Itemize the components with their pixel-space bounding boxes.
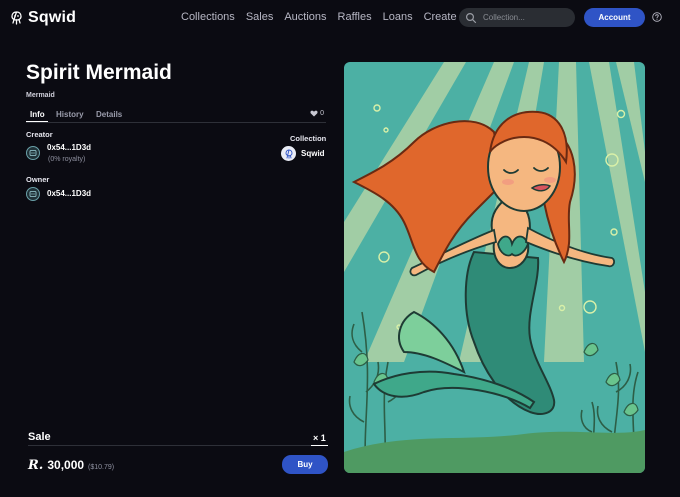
owner-label: Owner bbox=[26, 175, 50, 184]
collection-label: Collection bbox=[290, 134, 327, 143]
collection-avatar-icon[interactable] bbox=[281, 146, 296, 161]
mermaid-illustration bbox=[344, 62, 645, 473]
owner-address[interactable]: 0x54...1D3d bbox=[47, 189, 91, 198]
nav-link-loans[interactable]: Loans bbox=[383, 11, 413, 23]
tab-details[interactable]: Details bbox=[96, 110, 122, 119]
creator-avatar-icon[interactable] bbox=[26, 146, 40, 160]
wallet-icon bbox=[29, 150, 37, 156]
squid-icon bbox=[285, 149, 292, 159]
top-navbar: Sqwid Collections Sales Auctions Raffles… bbox=[0, 0, 680, 36]
item-tabs: Info History Details 0 bbox=[26, 109, 326, 123]
quantity-underline bbox=[311, 445, 328, 446]
sale-title: Sale bbox=[28, 431, 51, 443]
brand-logo[interactable]: Sqwid bbox=[10, 9, 76, 27]
creator-address[interactable]: 0x54...1D3d bbox=[47, 143, 91, 152]
buy-button[interactable]: Buy bbox=[282, 455, 328, 474]
reef-currency-icon: R. bbox=[28, 458, 44, 473]
collection-link[interactable]: Mermaid bbox=[26, 92, 55, 99]
search-box[interactable] bbox=[459, 8, 575, 27]
like-button[interactable]: 0 bbox=[310, 110, 324, 117]
tab-history[interactable]: History bbox=[56, 110, 84, 119]
nav-link-auctions[interactable]: Auctions bbox=[284, 11, 326, 23]
nav-link-collections[interactable]: Collections bbox=[181, 11, 235, 23]
active-tab-indicator bbox=[26, 121, 48, 122]
account-button[interactable]: Account bbox=[584, 8, 645, 27]
creator-royalty: (0% royalty) bbox=[48, 156, 86, 163]
tab-info[interactable]: Info bbox=[30, 110, 45, 119]
sale-divider bbox=[28, 445, 328, 446]
like-count: 0 bbox=[320, 110, 324, 117]
sale-quantity: × 1 bbox=[313, 433, 326, 443]
search-icon bbox=[465, 12, 477, 23]
squid-logo-icon bbox=[11, 11, 22, 25]
nav-link-raffles[interactable]: Raffles bbox=[338, 11, 372, 23]
nav-link-sales[interactable]: Sales bbox=[246, 11, 274, 23]
creator-label: Creator bbox=[26, 130, 53, 139]
nav-links: Collections Sales Auctions Raffles Loans… bbox=[181, 11, 468, 23]
sale-price: 30,000 bbox=[47, 458, 85, 472]
price-row: R. 30,000 ($10.79) bbox=[28, 458, 114, 473]
brand-name: Sqwid bbox=[28, 9, 77, 26]
search-input[interactable] bbox=[481, 12, 565, 23]
heart-icon bbox=[310, 110, 318, 117]
wallet-icon bbox=[29, 191, 37, 197]
nav-link-create[interactable]: Create bbox=[424, 11, 457, 23]
sale-price-usd: ($10.79) bbox=[88, 464, 115, 471]
nft-artwork[interactable] bbox=[344, 62, 645, 473]
collection-name[interactable]: Sqwid bbox=[301, 149, 325, 158]
item-title: Spirit Mermaid bbox=[26, 61, 172, 84]
owner-avatar-icon[interactable] bbox=[26, 187, 40, 201]
help-icon[interactable] bbox=[652, 12, 662, 22]
